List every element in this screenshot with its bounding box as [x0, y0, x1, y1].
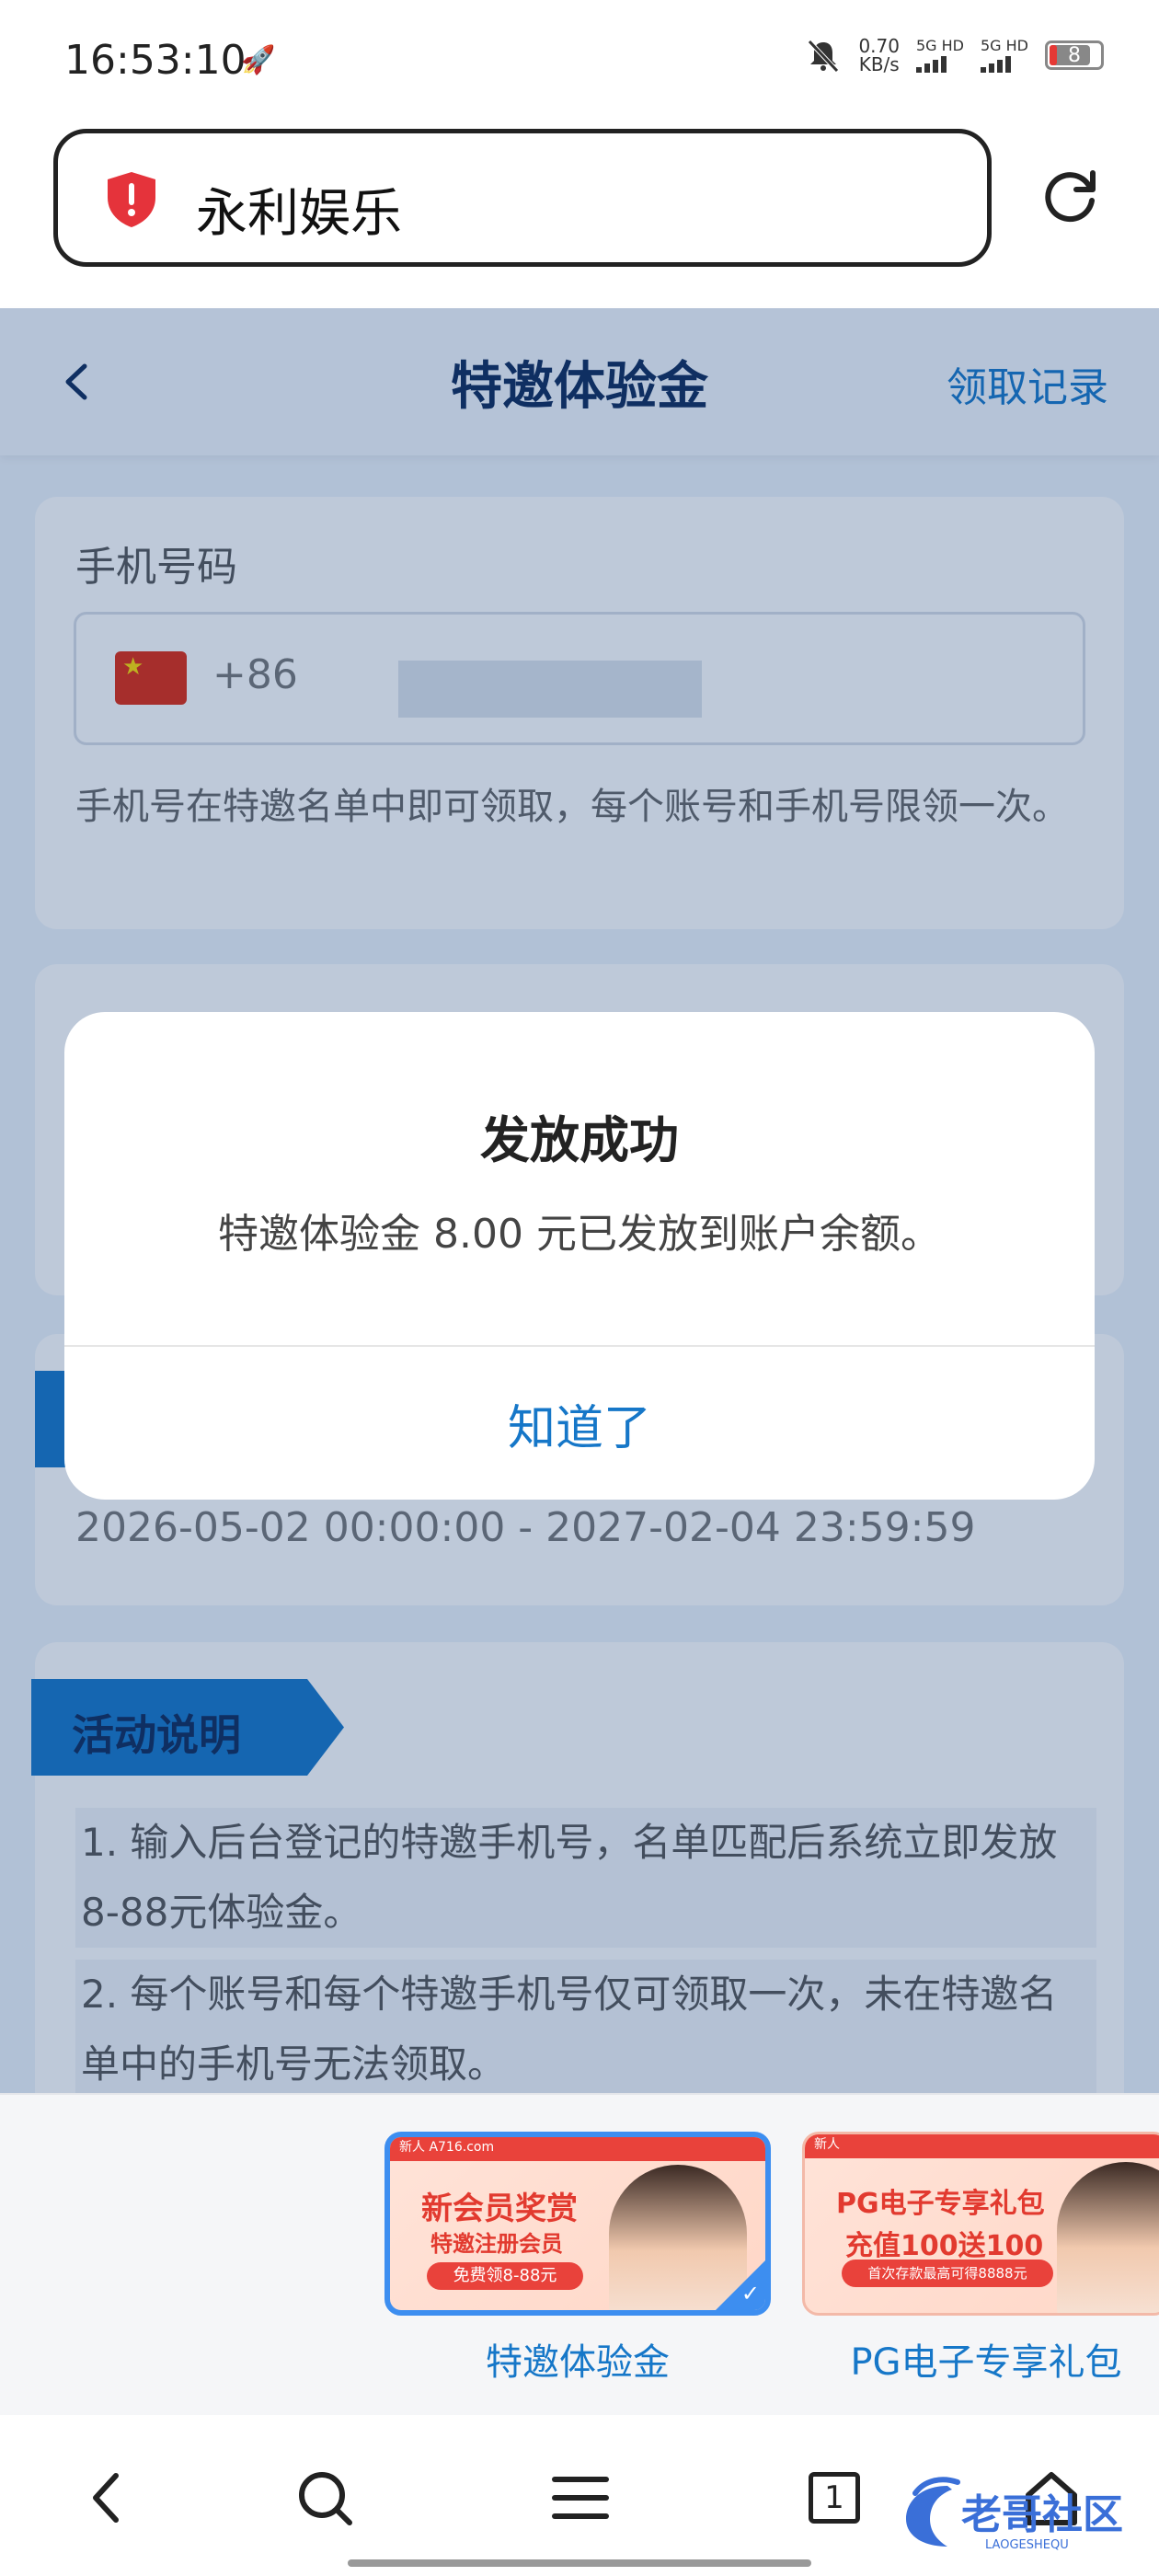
dialog-ok-button[interactable]: 知道了 [64, 1347, 1095, 1500]
thumb-subtitle: 特邀注册会员 [430, 2231, 563, 2257]
watermark-subtext: LAOGESHEQU [985, 2538, 1069, 2552]
address-bar[interactable]: 永利娱乐 [53, 129, 992, 267]
status-time: 16:53:10 [64, 37, 247, 84]
signal-bars-icon [915, 54, 947, 73]
status-bar: 16:53:10 🚀 0.70 KB/s 5G HD 5G HD 8 [0, 0, 1159, 120]
dialog-title: 发放成功 [480, 1111, 679, 1169]
tab-label[interactable]: PG电子专享礼包 [802, 2332, 1159, 2386]
shield-alert-icon[interactable] [104, 170, 159, 229]
signal-sim1: 5G HD [915, 37, 964, 73]
home-indicator[interactable] [348, 2559, 811, 2567]
tab-label-active[interactable]: 特邀体验金 [384, 2332, 771, 2386]
thumb-subtitle: 充值100送100 [845, 2230, 1044, 2262]
net-speed-value: 0.70 [858, 35, 900, 57]
tabs-strip: 新人 A716.com 新会员奖赏 特邀注册会员 免费领8-88元 ✓ 新人 P… [0, 2093, 1159, 2415]
tab-count: 1 [809, 2472, 860, 2524]
sim2-label: 5G HD [980, 37, 1028, 54]
menu-icon [552, 2477, 609, 2519]
net-speed-unit: KB/s [858, 53, 900, 75]
promo-image [609, 2165, 747, 2310]
thumb-title: 新会员奖赏 [421, 2191, 578, 2227]
signal-sim2: 5G HD [980, 37, 1028, 73]
thumb-pill: 免费领8-88元 [427, 2262, 583, 2290]
success-dialog: 发放成功 特邀体验金 8.00 元已发放到账户余额。 知道了 [64, 1012, 1095, 1500]
thumb-pill: 首次存款最高可得8888元 [842, 2260, 1053, 2287]
search-icon [299, 2472, 352, 2525]
watermark-text: 老哥社区 [961, 2491, 1123, 2538]
battery-level: 8 [1068, 43, 1081, 67]
signal-bars-icon [980, 54, 1011, 73]
address-text[interactable]: 永利娱乐 [196, 172, 402, 247]
net-speed: 0.70 KB/s [858, 37, 900, 74]
tab-thumbnail[interactable]: 新人 PG电子专享礼包 充值100送100 首次存款最高可得8888元 [802, 2132, 1159, 2316]
thumb-badge: 新人 [805, 2134, 1159, 2158]
rocket-icon: 🚀 [241, 44, 276, 76]
chevron-left-icon [93, 2473, 119, 2523]
nav-menu-button[interactable] [548, 2466, 613, 2530]
thumb-title: PG电子专享礼包 [836, 2188, 1045, 2220]
reload-icon[interactable] [1039, 166, 1100, 226]
nav-back-button[interactable] [75, 2466, 140, 2530]
nav-tabs-button[interactable]: 1 [802, 2466, 866, 2530]
mute-icon [808, 40, 840, 73]
watermark-logo: 老哥社区 LAOGESHEQU [906, 2477, 1123, 2552]
dialog-message: 特邀体验金 8.00 元已发放到账户余额。 [218, 1211, 941, 1258]
status-indicators: 0.70 KB/s 5G HD 5G HD 8 [805, 37, 1104, 74]
battery-icon: 8 [1045, 40, 1104, 70]
thumb-badge: 新人 A716.com [390, 2137, 765, 2161]
nav-search-button[interactable] [293, 2466, 357, 2530]
promo-image [1057, 2162, 1159, 2313]
sim1-label: 5G HD [915, 37, 964, 54]
tab-thumbnail-active[interactable]: 新人 A716.com 新会员奖赏 特邀注册会员 免费领8-88元 ✓ [384, 2132, 771, 2316]
